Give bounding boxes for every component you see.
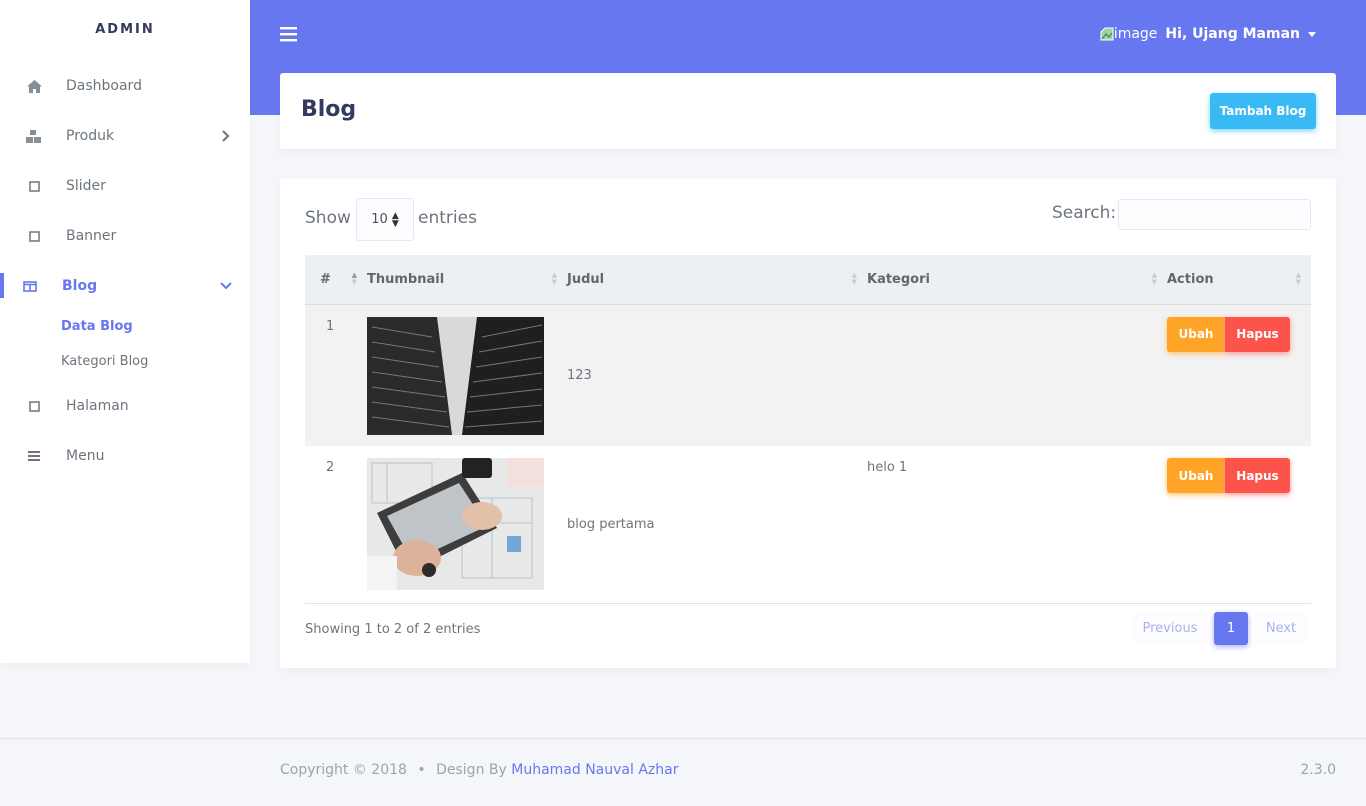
sidebar-item-label: Banner xyxy=(66,228,117,244)
chevron-down-icon xyxy=(220,280,232,292)
kategori-cell xyxy=(867,304,1167,446)
sidebar-item-label: Dashboard xyxy=(66,78,142,94)
thumbnail-cell xyxy=(367,304,567,446)
sidebar: ADMIN Dashboard Produk Slider Banner Blo… xyxy=(0,0,250,663)
square-icon xyxy=(26,228,42,244)
chevron-right-icon xyxy=(220,130,232,142)
pagination-next[interactable]: Next xyxy=(1254,612,1308,645)
blog-table: # ▲ ▼ Thumbnail ▲ ▼ Judul ▲ ▼ Kategori ▲ ▼ A… xyxy=(305,255,1311,602)
judul-cell: blog pertama xyxy=(567,516,655,532)
sidebar-item-label: Halaman xyxy=(66,398,129,414)
footer-separator: • xyxy=(417,762,426,778)
row-number: 2 xyxy=(326,460,335,475)
sidebar-item-slider[interactable]: Slider xyxy=(0,168,250,204)
sort-icon: ▲ ▼ xyxy=(551,271,557,286)
entries-select-value: 10 xyxy=(371,212,388,227)
delete-button[interactable]: Hapus xyxy=(1225,458,1290,493)
blog-table-card: Show 10 ▲ ▼ entries Search: # ▲ ▼ Thumbnai… xyxy=(280,179,1336,668)
table-row: 2 blog pertama helo 1 Ubah Hapus xyxy=(305,446,1311,602)
column-header-label: Thumbnail xyxy=(367,271,445,287)
sidebar-item-dashboard[interactable]: Dashboard xyxy=(0,68,250,104)
search-label: Search: xyxy=(1052,203,1117,223)
sort-icon: ▲ ▼ xyxy=(851,271,857,286)
sidebar-item-halaman[interactable]: Halaman xyxy=(0,388,250,424)
kategori-cell: helo 1 xyxy=(867,460,908,475)
square-icon xyxy=(26,398,42,414)
design-by-text: Design By xyxy=(436,762,507,778)
add-blog-button[interactable]: Tambah Blog xyxy=(1210,93,1316,129)
action-cell: Ubah Hapus xyxy=(1167,304,1311,446)
footer-version: 2.3.0 xyxy=(1300,762,1336,778)
entries-per-page-select[interactable]: 10 ▲ ▼ xyxy=(356,198,414,241)
sidebar-item-banner[interactable]: Banner xyxy=(0,218,250,254)
caret-down-icon xyxy=(1308,31,1316,37)
sidebar-item-blog[interactable]: Blog xyxy=(0,268,250,304)
sidebar-item-label: Slider xyxy=(66,178,106,194)
home-icon xyxy=(26,78,42,94)
search-input[interactable] xyxy=(1118,199,1311,230)
column-header-label: # xyxy=(320,271,331,287)
delete-button[interactable]: Hapus xyxy=(1225,316,1290,352)
boxes-icon xyxy=(26,128,42,144)
sidebar-item-label: Menu xyxy=(66,448,105,464)
submenu-kategori-blog[interactable]: Kategori Blog xyxy=(61,354,148,369)
pagination-previous[interactable]: Previous xyxy=(1132,612,1208,645)
thumbnail-image xyxy=(367,458,544,590)
column-header-label: Action xyxy=(1167,271,1214,287)
edit-button[interactable]: Ubah xyxy=(1167,458,1225,493)
avatar: image xyxy=(1100,26,1158,42)
pagination: Previous 1 Next xyxy=(1132,612,1308,645)
column-header-thumbnail[interactable]: Thumbnail ▲ ▼ xyxy=(367,255,567,305)
thumbnail-image xyxy=(367,316,544,435)
section-header: Blog Tambah Blog xyxy=(280,73,1336,149)
sidebar-item-label: Blog xyxy=(62,278,98,294)
user-dropdown[interactable]: image Hi, Ujang Maman xyxy=(1100,26,1316,42)
edit-button[interactable]: Ubah xyxy=(1167,316,1225,352)
column-header-label: Kategori xyxy=(867,271,930,287)
column-header-number[interactable]: # ▲ ▼ xyxy=(305,255,367,305)
action-button-group: Ubah Hapus xyxy=(1167,316,1311,352)
page-title: Blog xyxy=(301,97,357,122)
sidebar-item-menu[interactable]: Menu xyxy=(0,438,250,474)
bars-icon xyxy=(26,448,42,464)
entries-label: entries xyxy=(418,208,477,228)
column-header-action[interactable]: Action ▲ ▼ xyxy=(1167,255,1311,305)
sort-arrows-icon: ▲ ▼ xyxy=(391,210,399,229)
active-indicator xyxy=(0,273,4,298)
action-button-group: Ubah Hapus xyxy=(1167,458,1311,493)
action-cell: Ubah Hapus xyxy=(1167,446,1311,602)
table-row: 1 123 Ubah Hapus xyxy=(305,304,1311,446)
show-label: Show xyxy=(305,208,351,228)
sidebar-toggle-icon[interactable] xyxy=(280,26,298,44)
table-info: Showing 1 to 2 of 2 entries xyxy=(305,622,481,637)
sort-icon: ▲ ▼ xyxy=(351,271,357,286)
column-header-label: Judul xyxy=(567,271,605,287)
pagination-page-1[interactable]: 1 xyxy=(1214,612,1248,645)
column-header-judul[interactable]: Judul ▲ ▼ xyxy=(567,255,867,305)
sidebar-item-produk[interactable]: Produk xyxy=(0,118,250,154)
columns-icon xyxy=(22,278,38,294)
table-header-row: # ▲ ▼ Thumbnail ▲ ▼ Judul ▲ ▼ Kategori ▲ ▼ A… xyxy=(305,255,1311,305)
sidebar-brand[interactable]: ADMIN xyxy=(0,0,250,58)
thumbnail-cell xyxy=(367,446,567,602)
row-number: 1 xyxy=(305,304,367,446)
author-link[interactable]: Muhamad Nauval Azhar xyxy=(511,762,678,778)
copyright-text: Copyright © 2018 xyxy=(280,762,407,778)
table-divider xyxy=(305,603,1311,604)
sidebar-item-label: Produk xyxy=(66,128,115,144)
sort-icon: ▲ ▼ xyxy=(1151,271,1157,286)
square-icon xyxy=(26,178,42,194)
avatar-alt-text: image xyxy=(1113,26,1158,42)
footer: Copyright © 2018 • Design By Muhamad Nau… xyxy=(0,738,1366,806)
submenu-data-blog[interactable]: Data Blog xyxy=(61,319,133,334)
column-header-kategori[interactable]: Kategori ▲ ▼ xyxy=(867,255,1167,305)
judul-cell: 123 xyxy=(567,304,867,446)
sort-icon: ▲ ▼ xyxy=(1295,271,1301,286)
footer-copyright: Copyright © 2018 • Design By Muhamad Nau… xyxy=(280,762,678,778)
broken-image-icon xyxy=(1100,27,1114,41)
user-greeting: Hi, Ujang Maman xyxy=(1165,26,1300,42)
